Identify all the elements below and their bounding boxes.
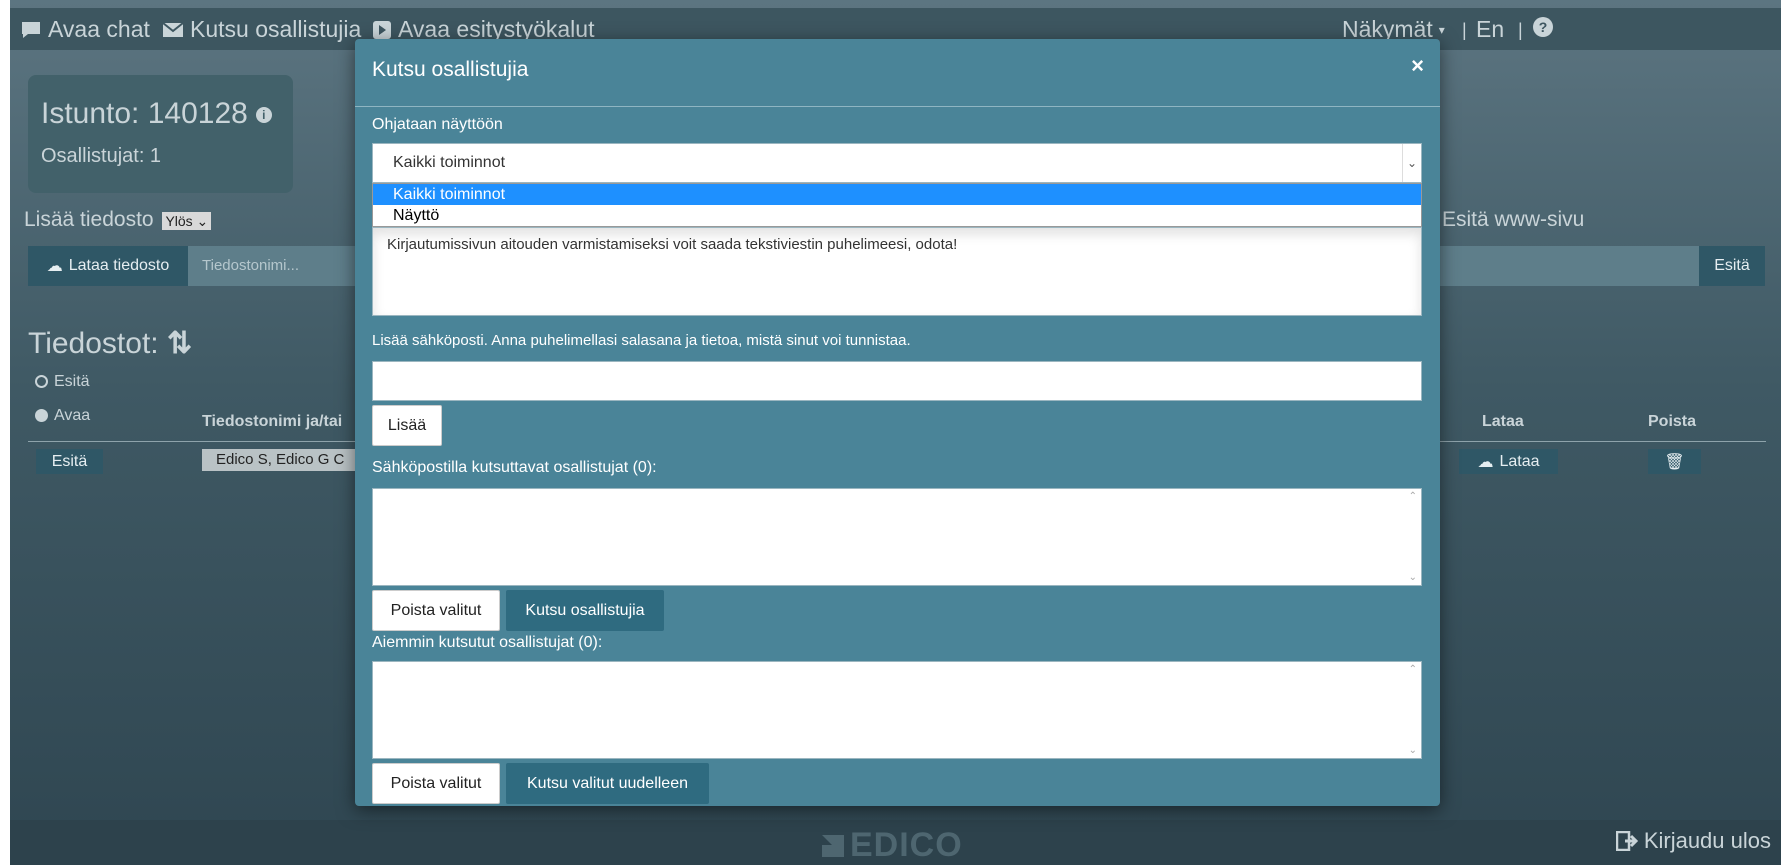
radio-open-icon — [35, 409, 48, 423]
language-link[interactable]: En — [1476, 16, 1504, 43]
edico-logo: EDICO — [820, 826, 963, 865]
row-download-label: Lataa — [1499, 452, 1540, 470]
logout-icon — [1615, 831, 1638, 851]
chat-icon — [22, 21, 40, 38]
open-chat-label: Avaa chat — [48, 16, 150, 42]
logout-link[interactable]: Kirjaudu ulos — [1615, 828, 1771, 854]
present-web-option[interactable]: Esitä www-sivu — [1442, 208, 1584, 232]
filename-placeholder: Tiedostonimi... — [202, 257, 299, 274]
info-icon[interactable]: i — [255, 107, 272, 124]
present-url-label: Esitä — [1714, 257, 1750, 274]
screen-target-dropdown: Kaikki toiminnot Näyttö — [372, 183, 1422, 227]
remove-selected-button-2[interactable]: Poista valitut — [372, 763, 500, 804]
column-delete: Poista — [1648, 413, 1697, 430]
order-select-value: Ylös — [165, 213, 193, 229]
present-web-label: Esitä www-sivu — [1442, 208, 1585, 231]
row-present-button[interactable]: Esitä — [36, 449, 103, 474]
modal-title: Kutsu osallistujia — [372, 58, 529, 81]
column-download: Lataa — [1482, 413, 1524, 430]
envelope-icon — [162, 21, 184, 37]
edico-logo-text: EDICO — [850, 826, 963, 864]
invitees-list[interactable]: ⌃ ⌄ — [372, 488, 1422, 586]
email-input[interactable] — [372, 361, 1422, 401]
order-select[interactable]: Ylös ⌄ — [162, 212, 212, 230]
radio-present[interactable]: Esitä — [35, 373, 90, 391]
trash-icon: 🗑 — [1664, 453, 1685, 471]
radio-open-label: Avaa — [54, 407, 91, 424]
invitees-label: Sähköpostilla kutsuttavat osallistujat (… — [372, 459, 657, 476]
reinvite-selected-button[interactable]: Kutsu valitut uudelleen — [506, 763, 709, 804]
scroll-up-icon[interactable]: ⌃ — [1409, 664, 1417, 675]
scroll-down-icon[interactable]: ⌄ — [1409, 745, 1417, 756]
caret-down-icon: ▾ — [1438, 22, 1445, 37]
files-title-text: Tiedostot: — [28, 327, 159, 360]
radio-present-label: Esitä — [54, 373, 90, 390]
help-icon: ? — [1533, 17, 1553, 37]
modal-header: Kutsu osallistujia × — [355, 39, 1440, 107]
add-email-button[interactable]: Lisää — [372, 405, 442, 446]
session-title: Istunto: 140128 i — [41, 97, 272, 131]
upload-file-label: Lataa tiedosto — [68, 257, 170, 274]
add-file-heading: Lisää tiedosto Ylös ⌄ — [24, 208, 212, 232]
radio-present-icon — [35, 375, 48, 389]
svg-text:?: ? — [1539, 19, 1548, 35]
row-filename: Edico S, Edico G C — [202, 449, 372, 471]
row-present-label: Esitä — [51, 452, 88, 470]
filename-input[interactable]: Tiedostonimi... — [188, 246, 368, 286]
divider: | — [1518, 20, 1523, 40]
screen-target-value: Kaikki toiminnot — [393, 154, 506, 171]
scroll-down-icon[interactable]: ⌄ — [1409, 572, 1417, 583]
upload-file-button[interactable]: ☁ Lataa tiedosto — [28, 246, 188, 286]
previous-invitees-label: Aiemmin kutsutut osallistujat (0): — [372, 634, 603, 651]
footer: EDICO Kirjaudu ulos — [10, 820, 1781, 865]
language-label: En — [1476, 16, 1505, 42]
play-box-icon — [373, 20, 391, 39]
scroll-up-icon[interactable]: ⌃ — [1409, 491, 1417, 502]
email-label: Lisää sähköposti. Anna puhelimellasi sal… — [372, 332, 911, 349]
invite-participants-link[interactable]: Kutsu osallistujia — [162, 16, 361, 43]
edico-logo-icon — [822, 834, 844, 857]
dropdown-option-all-functions[interactable]: Kaikki toiminnot — [373, 184, 1421, 205]
invite-participants-modal: Kutsu osallistujia × Ohjataan näyttöön K… — [355, 39, 1440, 806]
message-textarea[interactable]: Kirjautumissivun aitouden varmistamiseks… — [372, 227, 1422, 316]
open-chat-link[interactable]: Avaa chat — [20, 16, 150, 43]
invite-participants-label: Kutsu osallistujia — [190, 16, 362, 42]
column-filename: Tiedostonimi ja/tai — [202, 413, 343, 430]
previous-invitees-list[interactable]: ⌃ ⌄ — [372, 661, 1422, 759]
chevron-down-icon: ⌄ — [1402, 144, 1421, 182]
session-title-text: Istunto: 140128 — [41, 97, 248, 130]
sort-icon[interactable]: ⇅ — [167, 327, 192, 360]
screen-target-label: Ohjataan näyttöön — [372, 116, 503, 133]
add-file-label: Lisää tiedosto — [24, 208, 154, 231]
logout-label: Kirjaudu ulos — [1643, 828, 1771, 853]
cloud-download-icon: ☁ — [1477, 453, 1494, 471]
divider: | — [1462, 20, 1467, 40]
screen-target-select[interactable]: Kaikki toiminnot ⌄ — [372, 143, 1422, 183]
url-input[interactable] — [1440, 246, 1700, 286]
dropdown-option-screen[interactable]: Näyttö — [373, 205, 1421, 226]
cloud-upload-icon: ☁ — [46, 258, 63, 275]
session-panel: Istunto: 140128 i Osallistujat: 1 — [28, 75, 293, 193]
radio-open[interactable]: Avaa — [35, 407, 90, 425]
close-icon[interactable]: × — [1411, 53, 1424, 79]
present-url-button[interactable]: Esitä — [1699, 246, 1765, 286]
participant-count: Osallistujat: 1 — [41, 145, 162, 167]
files-title: Tiedostot: ⇅ — [28, 326, 192, 361]
message-text: Kirjautumissivun aitouden varmistamiseks… — [387, 236, 958, 253]
help-link[interactable]: ? — [1532, 16, 1554, 38]
row-delete-button[interactable]: 🗑 — [1648, 449, 1701, 474]
remove-selected-button[interactable]: Poista valitut — [372, 590, 500, 631]
invite-participants-button[interactable]: Kutsu osallistujia — [506, 590, 664, 631]
row-download-button[interactable]: ☁ Lataa — [1459, 449, 1558, 474]
